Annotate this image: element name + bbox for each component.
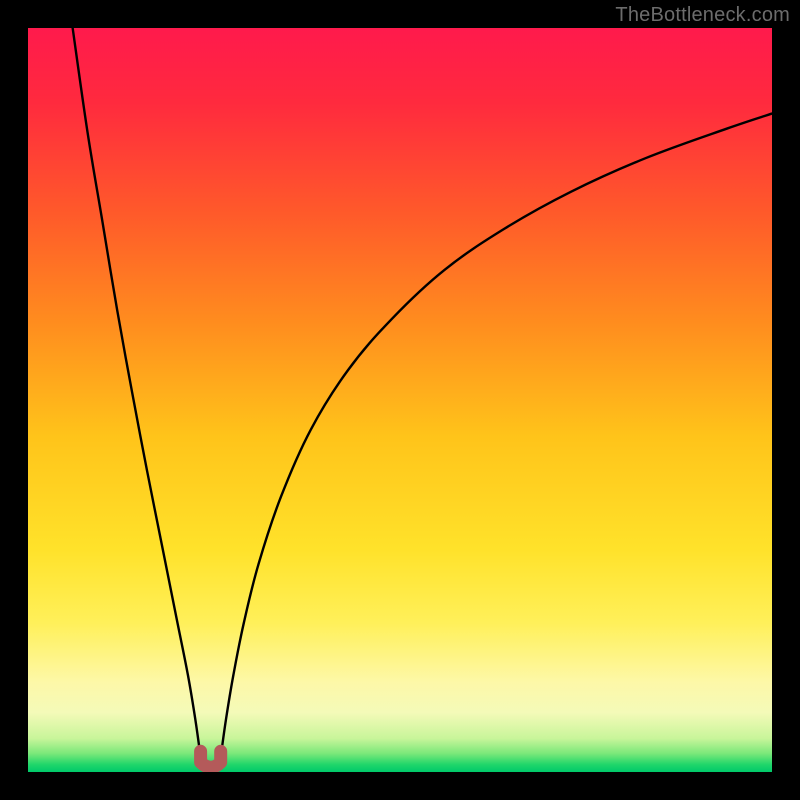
curve-left-branch xyxy=(73,28,201,757)
curve-right-branch xyxy=(221,114,772,758)
curves xyxy=(28,28,772,772)
watermark-text: TheBottleneck.com xyxy=(615,4,790,27)
chart-frame: TheBottleneck.com xyxy=(0,0,800,800)
optimal-marker xyxy=(201,751,221,767)
plot-area xyxy=(28,28,772,772)
